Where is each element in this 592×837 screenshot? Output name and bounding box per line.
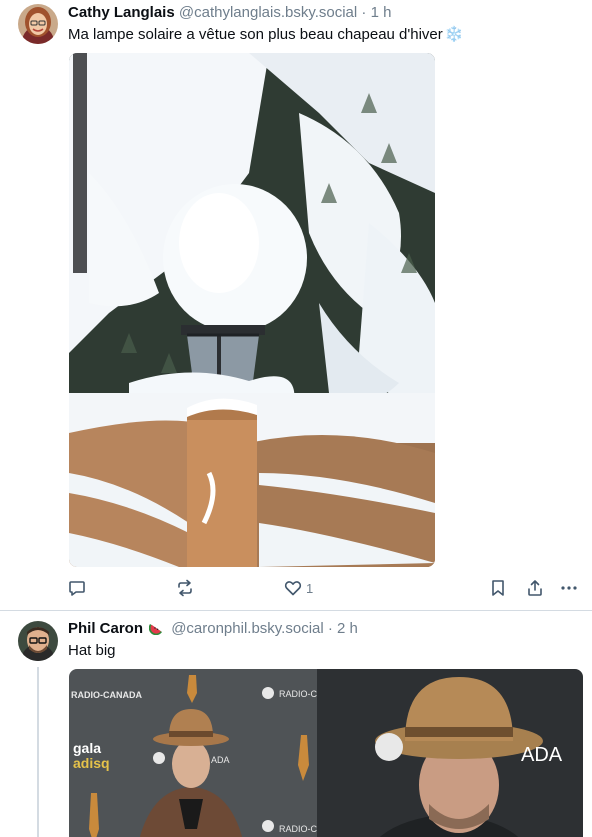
snow-lamp-photo xyxy=(69,53,435,567)
more-icon xyxy=(561,586,577,590)
like-button[interactable]: 1 xyxy=(284,578,313,598)
avatar[interactable] xyxy=(18,4,58,44)
post-header: Phil Caron @caronphil.bsky.social · 2 h xyxy=(68,620,358,640)
gala-text: gala xyxy=(73,740,101,756)
backdrop-logo-text: RADIO-CANADA xyxy=(71,690,142,700)
share-icon xyxy=(528,580,542,596)
repost-button[interactable] xyxy=(176,578,194,598)
reply-icon xyxy=(69,581,85,596)
post-image[interactable] xyxy=(69,53,435,567)
heart-icon xyxy=(284,581,302,596)
share-button[interactable] xyxy=(526,578,544,598)
backdrop-logo-text-5: ADA xyxy=(521,744,563,766)
post-text: Ma lampe solaire a vêtue son plus beau c… xyxy=(68,25,463,44)
snowflake-emoji: ❄️ xyxy=(444,26,464,43)
post-actions: 1 xyxy=(68,578,588,598)
repost-icon xyxy=(178,579,192,597)
separator-dot: · xyxy=(361,4,367,21)
like-count: 1 xyxy=(306,580,314,596)
post-image[interactable]: RADIO-CANADA gala adisq RADIO-C ADA RADI… xyxy=(69,669,583,837)
bookmark-button[interactable] xyxy=(490,578,506,598)
post-time[interactable]: 1 h xyxy=(371,4,392,21)
author-handle[interactable]: @cathylanglais.bsky.social xyxy=(179,4,357,21)
avatar[interactable] xyxy=(18,621,58,661)
post-text: Hat big xyxy=(68,642,116,659)
separator-dot: · xyxy=(327,620,333,637)
post-phil-caron[interactable]: Phil Caron @caronphil.bsky.social · 2 h … xyxy=(0,611,592,837)
author-name[interactable]: Phil Caron xyxy=(68,620,143,637)
adisq-text: adisq xyxy=(73,755,110,771)
backdrop-logo-text-4: RADIO-C xyxy=(279,824,318,834)
watermelon-icon xyxy=(148,621,163,640)
post-time[interactable]: 2 h xyxy=(337,620,358,637)
hat-photo-collage: RADIO-CANADA gala adisq RADIO-C ADA RADI… xyxy=(69,669,583,837)
thread-line xyxy=(37,667,39,837)
author-name[interactable]: Cathy Langlais xyxy=(68,4,175,21)
more-options-button[interactable] xyxy=(560,578,578,598)
post-text-body: Ma lampe solaire a vêtue son plus beau c… xyxy=(68,26,443,43)
bookmark-icon xyxy=(492,580,504,596)
backdrop-logo-text-3: ADA xyxy=(211,755,230,765)
post-header: Cathy Langlais @cathylanglais.bsky.socia… xyxy=(68,4,391,22)
author-handle[interactable]: @caronphil.bsky.social xyxy=(171,620,324,637)
backdrop-logo-text-2: RADIO-C xyxy=(279,689,318,699)
post-cathy-langlais[interactable]: Cathy Langlais @cathylanglais.bsky.socia… xyxy=(0,0,592,610)
reply-button[interactable] xyxy=(68,578,86,598)
